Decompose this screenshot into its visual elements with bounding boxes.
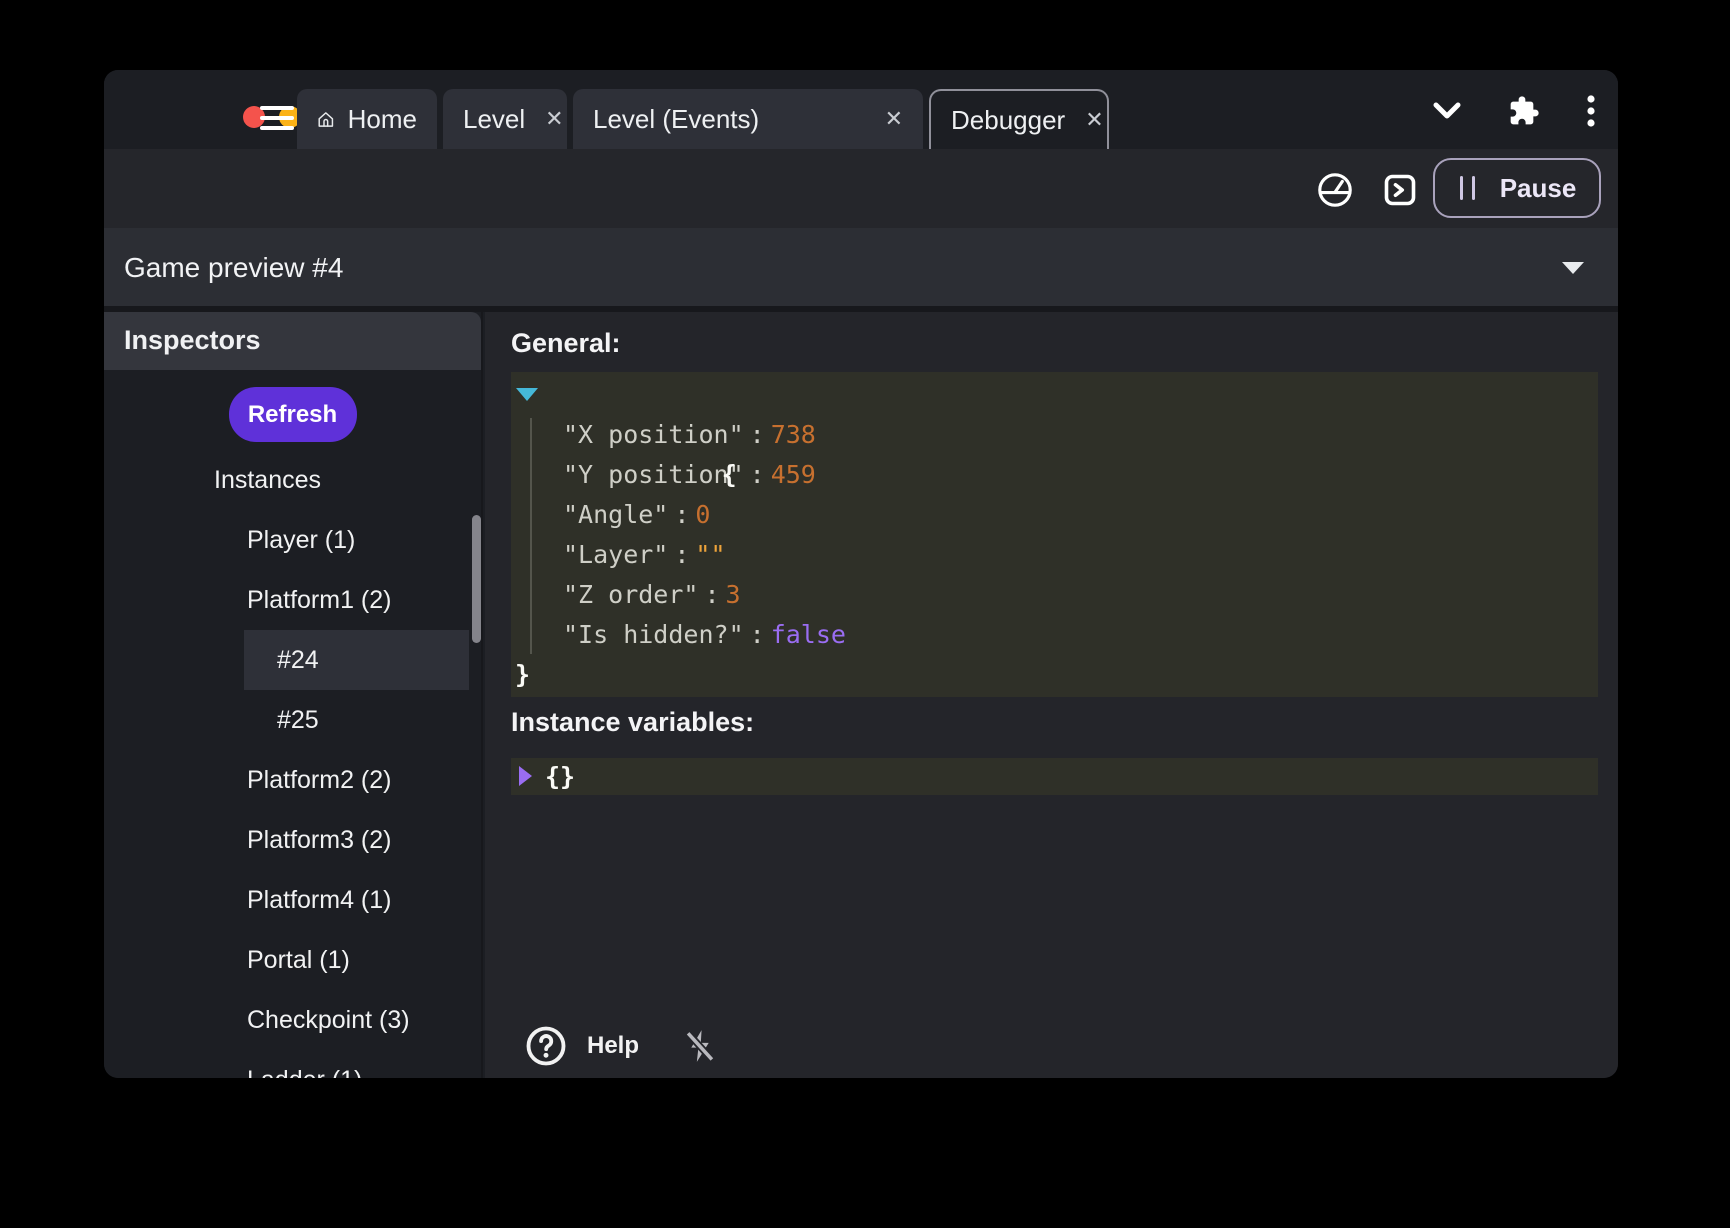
game-preview-title: Game preview #4 bbox=[124, 252, 343, 284]
json-row-is-hidden: "Is hidden?":false bbox=[511, 615, 1598, 655]
help-button-label[interactable]: Help bbox=[587, 1032, 639, 1060]
profiler-speedometer-icon[interactable] bbox=[1316, 171, 1354, 209]
tree-item-ladder[interactable]: Ladder (1) bbox=[104, 1050, 481, 1078]
tree-item-platform4[interactable]: Platform4 (1) bbox=[104, 870, 481, 930]
flash-off-icon[interactable] bbox=[681, 1027, 719, 1065]
close-tab-icon[interactable]: ✕ bbox=[885, 108, 903, 130]
pause-icon bbox=[1458, 174, 1478, 202]
json-row-layer: "Layer":"" bbox=[511, 535, 1598, 575]
debugger-body: Inspectors Refresh Instances Player (1) … bbox=[104, 312, 1618, 1078]
json-close-brace: } bbox=[515, 660, 530, 689]
json-value: false bbox=[771, 620, 846, 649]
collapse-node-icon[interactable] bbox=[516, 388, 538, 401]
json-open-brace: { bbox=[722, 460, 737, 489]
desktop-background: Home Level ✕ Level (Events) ✕ Debugger ✕ bbox=[0, 0, 1730, 1228]
help-row: Help bbox=[525, 1025, 719, 1067]
tab-level[interactable]: Level ✕ bbox=[443, 89, 567, 149]
tree-item-checkpoint[interactable]: Checkpoint (3) bbox=[104, 990, 481, 1050]
tab-debugger-label: Debugger bbox=[951, 105, 1065, 136]
instance-variables-json-viewer: {} bbox=[511, 758, 1598, 795]
extensions-puzzle-icon[interactable] bbox=[1508, 95, 1540, 127]
tree-item-platform3[interactable]: Platform3 (2) bbox=[104, 810, 481, 870]
json-value: 0 bbox=[695, 500, 710, 529]
tree-item-instances[interactable]: Instances bbox=[104, 450, 481, 510]
tab-bar: Home Level ✕ Level (Events) ✕ Debugger ✕ bbox=[297, 89, 1109, 149]
tab-level-label: Level bbox=[463, 104, 525, 135]
json-value: "" bbox=[695, 540, 725, 569]
tree-item-portal[interactable]: Portal (1) bbox=[104, 930, 481, 990]
pause-button-label: Pause bbox=[1500, 173, 1577, 204]
home-icon bbox=[317, 106, 335, 133]
json-value: 738 bbox=[771, 420, 816, 449]
expand-node-icon[interactable] bbox=[519, 766, 532, 786]
pause-button[interactable]: Pause bbox=[1433, 158, 1601, 218]
inspector-detail-panel: General: { "X position":738 "Y position"… bbox=[485, 312, 1618, 1078]
debugger-window: Home Level ✕ Level (Events) ✕ Debugger ✕ bbox=[104, 70, 1618, 1078]
debugger-toolbar: Pause bbox=[104, 149, 1618, 228]
refresh-button[interactable]: Refresh bbox=[229, 387, 357, 442]
tree-item-instance-25[interactable]: #25 bbox=[104, 690, 481, 750]
inspectors-header: Inspectors bbox=[104, 312, 481, 370]
help-question-icon[interactable] bbox=[525, 1025, 567, 1067]
indent-guide bbox=[530, 418, 532, 654]
general-json-viewer: { "X position":738 "Y position":459 "Ang… bbox=[511, 372, 1598, 697]
sidebar-scrollbar-thumb[interactable] bbox=[472, 515, 481, 643]
tree-item-platform2[interactable]: Platform2 (2) bbox=[104, 750, 481, 810]
instance-variables-label: Instance variables: bbox=[511, 707, 754, 738]
tree-item-instance-24[interactable]: #24 bbox=[244, 630, 469, 690]
inspectors-sidebar: Inspectors Refresh Instances Player (1) … bbox=[104, 312, 483, 1078]
tab-debugger[interactable]: Debugger ✕ bbox=[929, 89, 1109, 149]
console-icon[interactable] bbox=[1382, 172, 1418, 208]
tree-item-player[interactable]: Player (1) bbox=[104, 510, 481, 570]
main-menu-icon[interactable] bbox=[260, 106, 294, 130]
tab-home[interactable]: Home bbox=[297, 89, 437, 149]
json-value: 3 bbox=[726, 580, 741, 609]
titlebar-actions bbox=[1432, 94, 1596, 128]
close-tab-icon[interactable]: ✕ bbox=[1085, 109, 1103, 131]
general-section-label: General: bbox=[511, 328, 621, 359]
inspectors-title: Inspectors bbox=[124, 325, 261, 356]
json-row-z-order: "Z order":3 bbox=[511, 575, 1598, 615]
close-tab-icon[interactable]: ✕ bbox=[545, 108, 563, 130]
kebab-menu-icon[interactable] bbox=[1586, 94, 1596, 128]
json-empty-object: {} bbox=[545, 762, 575, 791]
chevron-down-icon[interactable] bbox=[1432, 101, 1462, 121]
collapse-caret-icon[interactable] bbox=[1562, 262, 1584, 274]
game-preview-header[interactable]: Game preview #4 bbox=[104, 228, 1618, 306]
titlebar: Home Level ✕ Level (Events) ✕ Debugger ✕ bbox=[104, 70, 1618, 149]
tree-item-platform1[interactable]: Platform1 (2) bbox=[104, 570, 481, 630]
json-value: 459 bbox=[771, 460, 816, 489]
tab-level-events-label: Level (Events) bbox=[593, 104, 759, 135]
tab-home-label: Home bbox=[348, 104, 417, 135]
tab-level-events[interactable]: Level (Events) ✕ bbox=[573, 89, 923, 149]
